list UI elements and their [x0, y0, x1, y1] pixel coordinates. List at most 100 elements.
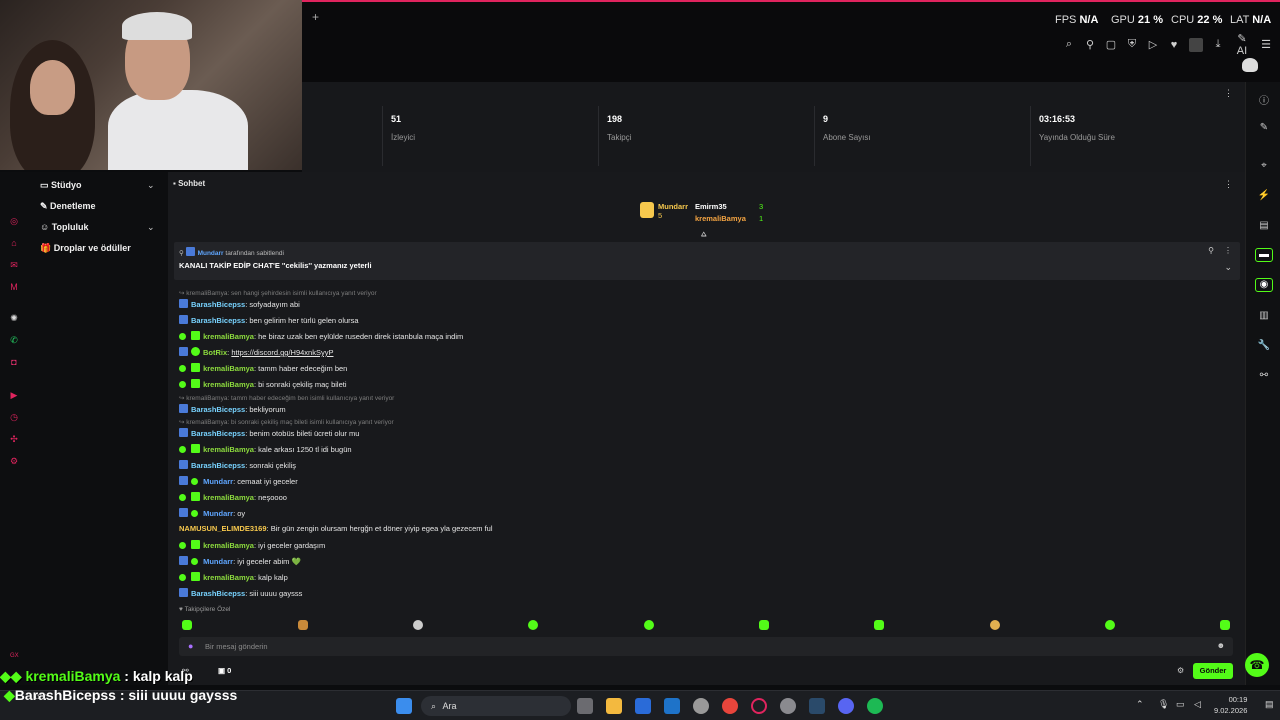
bolt-icon[interactable]: ⚡	[1255, 190, 1273, 204]
emote-icon[interactable]	[298, 620, 308, 630]
chat-message[interactable]: NAMUSUN_ELIMDE3169: Bir gün zengin olurs…	[179, 524, 493, 533]
chat-message[interactable]: Mundarr: iyi geceler abim 💚	[179, 556, 301, 567]
shield-icon[interactable]: ⛨	[1126, 38, 1138, 51]
steam-icon-alt[interactable]	[693, 698, 709, 714]
emoji-icon[interactable]: ☻	[1217, 641, 1225, 650]
chat-more-icon[interactable]: ⋮	[1224, 179, 1233, 190]
start-icon[interactable]	[396, 698, 412, 714]
broadcast-icon[interactable]: ◉	[1255, 278, 1273, 292]
chevron-down-icon[interactable]: ⌄	[147, 180, 155, 191]
opera-gx-icon[interactable]	[751, 698, 767, 714]
download-icon[interactable]: ⤓	[1212, 38, 1224, 51]
new-tab-button[interactable]: +	[312, 10, 319, 24]
document-icon[interactable]: ▤	[1255, 220, 1273, 234]
edit-icon[interactable]: ✎	[1255, 122, 1273, 136]
clock[interactable]: 00:19 9.02.2026	[1214, 694, 1247, 716]
leader-second-name[interactable]: Emirm35	[695, 202, 727, 211]
emote-icon[interactable]	[644, 620, 654, 630]
chat-icon[interactable]: ▬	[1255, 248, 1273, 262]
pin-icon[interactable]: ⚲	[1208, 246, 1214, 255]
file-explorer-icon[interactable]	[606, 698, 622, 714]
chat-message[interactable]: kremaliBamya: iyi geceler gardaşım	[177, 540, 325, 551]
chat-settings-icon[interactable]: ⚙	[1177, 666, 1184, 675]
menu-icon[interactable]: ☰	[1260, 38, 1272, 51]
task-view-icon[interactable]	[577, 698, 593, 714]
settings-icon[interactable]: ⚙	[7, 456, 21, 470]
leader-third-name[interactable]: kremaliBamya	[695, 214, 746, 223]
nav-studio[interactable]: ▭ Stüdyo	[40, 180, 82, 191]
nav-moderation[interactable]: ✎ Denetleme	[40, 201, 96, 212]
play-circle-icon[interactable]: ▶	[7, 390, 21, 404]
share-icon[interactable]: ⚯	[1255, 370, 1273, 384]
store-icon[interactable]	[635, 698, 651, 714]
chat-message[interactable]: kremaliBamya: kalp kalp	[177, 572, 288, 583]
openai-icon[interactable]: ✺	[7, 313, 21, 327]
emote-icon[interactable]	[413, 620, 423, 630]
help-button[interactable]: ☎	[1245, 653, 1269, 677]
gx-icon[interactable]: GX	[10, 653, 19, 659]
ai-button[interactable]: ✎AI	[1233, 32, 1251, 57]
play-icon[interactable]: ▷	[1147, 38, 1159, 51]
emote-icon[interactable]	[990, 620, 1000, 630]
emote-icon[interactable]	[759, 620, 769, 630]
info-icon[interactable]: ⓘ	[1255, 92, 1273, 107]
zoom-icon[interactable]: ⌕	[1063, 38, 1075, 51]
chat-message[interactable]: Mundarr: oy	[179, 508, 245, 519]
steam-icon[interactable]	[809, 698, 825, 714]
send-button[interactable]: Gönder	[1193, 663, 1233, 679]
chevron-down-icon[interactable]: ⌄	[147, 222, 155, 233]
chat-message[interactable]: BarashBicepss: benim otobüs bileti ücret…	[179, 428, 359, 438]
chat-message[interactable]: BarashBicepss: sofyadayım abi	[179, 299, 300, 309]
weather-temp[interactable]: 11°C	[34, 695, 47, 701]
leaderboard-toggle-icon[interactable]: ⩠	[701, 229, 706, 240]
avatar[interactable]	[1189, 37, 1203, 52]
home-icon[interactable]: ⌂	[7, 238, 21, 252]
chat-message[interactable]: BotRix: https://discord.gg/H94xnkSyyP	[179, 347, 333, 357]
discord-icon[interactable]	[838, 698, 854, 714]
chat-input[interactable]: ● Bir mesaj gönderin ☻	[179, 637, 1233, 656]
taskbar-search[interactable]: ⌕ Ara	[421, 696, 571, 716]
obs-icon[interactable]	[780, 698, 796, 714]
mic-tray-icon[interactable]: 🎙	[1158, 699, 1169, 710]
chat-message[interactable]: kremaliBamya: bi sonraki çekiliş maç bil…	[177, 379, 347, 390]
network-icon[interactable]: ▭	[1176, 699, 1185, 710]
notification-icon[interactable]: ▤	[1265, 699, 1274, 710]
nav-community[interactable]: ☺ Topluluk	[40, 222, 89, 232]
chat-message[interactable]: BarashBicepss: bekliyorum	[179, 404, 286, 414]
heart-icon[interactable]: ♥	[1168, 39, 1180, 51]
nav-drops[interactable]: 🎁 Droplar ve ödüller	[40, 243, 131, 254]
emote-icon[interactable]	[874, 620, 884, 630]
chat-message[interactable]: Mundarr: cemaat iyi geceler	[179, 476, 298, 487]
record-icon[interactable]: ◎	[7, 216, 21, 230]
chevron-down-icon[interactable]: ⌄	[1224, 262, 1232, 273]
crop-icon[interactable]: ▢	[1105, 38, 1117, 51]
chat-message[interactable]: kremaliBamya: kale arkası 1250 tl idi bu…	[177, 444, 352, 455]
discord-link[interactable]: https://discord.gg/H94xnkSyyP	[231, 348, 333, 357]
emote-icon[interactable]	[182, 620, 192, 630]
chrome-icon[interactable]	[722, 698, 738, 714]
mail-icon[interactable]: ✉	[7, 260, 21, 274]
inbox-icon[interactable]: ▥	[1255, 310, 1273, 324]
extension-icon[interactable]	[1242, 58, 1258, 72]
bookmark-icon[interactable]: ⚲	[1084, 38, 1096, 51]
clock-icon[interactable]: ◷	[7, 412, 21, 426]
chat-message[interactable]: kremaliBamya: tamm haber edeceğim ben	[177, 363, 347, 374]
chat-message[interactable]: BarashBicepss: ben gelirim her türlü gel…	[179, 315, 359, 325]
m-icon[interactable]: M	[7, 282, 21, 296]
outlook-icon[interactable]	[664, 698, 680, 714]
stats-more-icon[interactable]: ⋮	[1224, 88, 1233, 99]
spotify-icon[interactable]	[867, 698, 883, 714]
target-icon[interactable]: ⌖	[1255, 160, 1273, 174]
instagram-icon[interactable]: ◘	[7, 357, 21, 371]
mic-icon[interactable]: ●	[188, 641, 193, 651]
leader-first-name[interactable]: Mundarr	[658, 202, 688, 211]
wrench-icon[interactable]: 🔧	[1255, 340, 1273, 354]
tray-chevron-icon[interactable]: ⌃	[1136, 699, 1144, 710]
puzzle-icon[interactable]: ✣	[7, 434, 21, 448]
whatsapp-icon[interactable]: ✆	[7, 335, 21, 349]
emote-icon[interactable]	[1105, 620, 1115, 630]
emote-icon[interactable]	[528, 620, 538, 630]
volume-icon[interactable]: ◁	[1194, 699, 1201, 710]
chat-message[interactable]: BarashBicepss: sonraki çekiliş	[179, 460, 296, 470]
pinned-more-icon[interactable]: ⋮	[1224, 246, 1232, 255]
